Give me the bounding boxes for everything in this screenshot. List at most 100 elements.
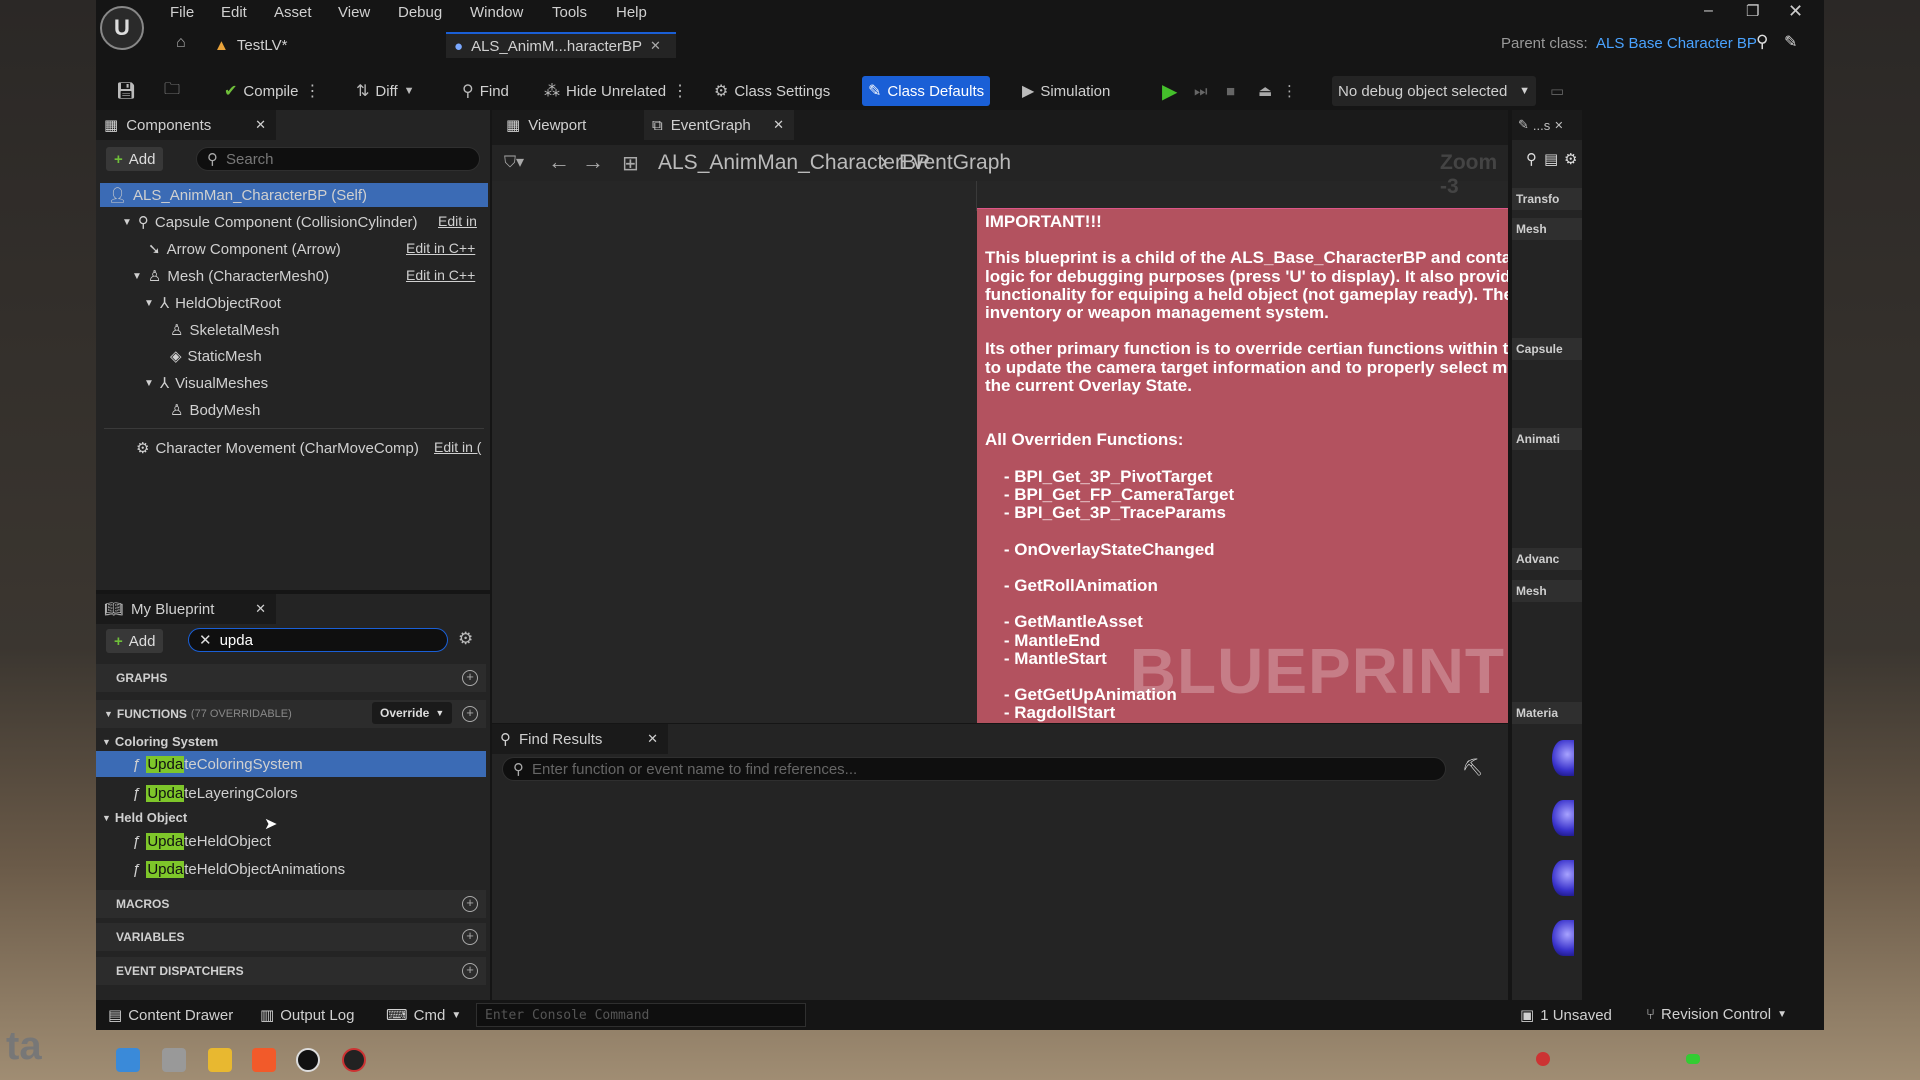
- play-icon[interactable]: ▶: [1156, 76, 1183, 106]
- output-log-button[interactable]: ▥ Output Log: [260, 1006, 354, 1025]
- console-command-input[interactable]: Enter Console Command: [476, 1003, 806, 1027]
- restore-icon[interactable]: ❐: [1746, 2, 1759, 20]
- simulation-button[interactable]: ▶ Simulation: [1016, 76, 1116, 106]
- add-graph-icon[interactable]: +: [462, 670, 478, 686]
- find-references-input[interactable]: ⚲ Enter function or event name to find r…: [502, 757, 1446, 781]
- cmd-dropdown[interactable]: ⌨ Cmd ▼: [386, 1006, 461, 1025]
- more-options-icon[interactable]: ⋮: [672, 81, 688, 101]
- edit-in-link[interactable]: Edit in: [438, 213, 477, 229]
- component-character-movement[interactable]: ⚙ Character Movement (CharMoveComp): [136, 436, 419, 460]
- components-tab[interactable]: ▦ Components ✕: [96, 110, 276, 140]
- menu-view[interactable]: View: [338, 4, 370, 21]
- add-variable-icon[interactable]: +: [462, 929, 478, 945]
- component-heldobjectroot[interactable]: ▼ ⅄ HeldObjectRoot: [144, 291, 281, 315]
- category-coloring-system[interactable]: ▼ Coloring System: [102, 734, 218, 749]
- play-options-icon[interactable]: ⋮: [1276, 76, 1303, 106]
- hide-unrelated-button[interactable]: ⁂ Hide Unrelated ⋮: [538, 76, 694, 106]
- component-mesh[interactable]: ▼ ♙ Mesh (CharacterMesh0): [132, 264, 329, 288]
- tab-level[interactable]: ▲ TestLV*: [214, 32, 287, 58]
- class-settings-button[interactable]: ⚙ Class Settings: [708, 76, 836, 106]
- variables-section[interactable]: VARIABLES: [96, 923, 486, 951]
- component-arrow[interactable]: ➘ Arrow Component (Arrow): [148, 237, 341, 261]
- close-tab-icon[interactable]: ✕: [773, 117, 784, 133]
- component-capsule[interactable]: ▼ ⚲ Capsule Component (CollisionCylinder…: [122, 210, 418, 234]
- search-icon[interactable]: ⚲: [1756, 32, 1768, 52]
- edit-in-link[interactable]: Edit in (: [434, 439, 481, 455]
- debug-object-select[interactable]: No debug object selected ▼: [1332, 76, 1536, 106]
- function-update-held-object-animations[interactable]: ƒ UpdateHeldObjectAnimations: [96, 856, 486, 882]
- start-menu-icon[interactable]: [116, 1048, 140, 1072]
- debug-filter-icon[interactable]: ▭: [1544, 76, 1570, 106]
- component-staticmesh[interactable]: ◈ StaticMesh: [170, 344, 262, 368]
- comment-note[interactable]: IMPORTANT!!! This blueprint is a child o…: [977, 208, 1508, 723]
- back-arrow-icon[interactable]: ←: [548, 149, 570, 175]
- eject-icon[interactable]: ⏏: [1252, 76, 1278, 106]
- files-icon[interactable]: [162, 1048, 186, 1072]
- find-in-all-blueprints-icon[interactable]: ⛏: [1462, 758, 1484, 778]
- settings-gear-icon[interactable]: ⚙: [1564, 150, 1577, 168]
- unsaved-indicator[interactable]: ▣ 1 Unsaved: [1520, 1006, 1612, 1025]
- close-panel-icon[interactable]: ✕: [255, 117, 266, 133]
- my-blueprint-tab[interactable]: 📖︎ My Blueprint ✕: [96, 594, 276, 624]
- tray-icon[interactable]: [1536, 1052, 1550, 1066]
- add-macro-icon[interactable]: +: [462, 896, 478, 912]
- minimize-icon[interactable]: –: [1704, 2, 1713, 20]
- components-search-input[interactable]: ⚲ Search: [196, 147, 480, 171]
- edit-pencil-icon[interactable]: ✎: [1784, 32, 1797, 52]
- menu-tools[interactable]: Tools: [552, 4, 587, 21]
- blueprint-search-input[interactable]: ✕ upda: [188, 628, 448, 652]
- menu-edit[interactable]: Edit: [221, 4, 247, 21]
- stop-icon[interactable]: ■: [1220, 76, 1241, 106]
- menu-asset[interactable]: Asset: [274, 4, 312, 21]
- tab-viewport[interactable]: ▦ Viewport: [498, 110, 648, 140]
- macros-section[interactable]: MACROS: [96, 890, 486, 918]
- tab-asset[interactable]: ● ALS_AnimM...haracterBP ✕: [446, 32, 676, 58]
- content-drawer-button[interactable]: ▤ Content Drawer: [108, 1006, 233, 1025]
- bookmark-icon[interactable]: ⛉▾: [504, 152, 524, 172]
- details-tab[interactable]: ✎ ...s ✕: [1512, 110, 1582, 140]
- function-update-layering-colors[interactable]: ƒ UpdateLayeringColors: [96, 780, 486, 806]
- close-tab-icon[interactable]: ✕: [647, 731, 658, 747]
- brave-browser-icon[interactable]: [252, 1048, 276, 1072]
- forward-arrow-icon[interactable]: →: [582, 149, 604, 175]
- override-dropdown[interactable]: Override ▼: [372, 702, 453, 724]
- material-thumbnail[interactable]: [1552, 920, 1574, 956]
- breadcrumb-root[interactable]: ALS_AnimMan_CharacterBP: [658, 151, 930, 175]
- tab-eventgraph[interactable]: ⧉ EventGraph ✕: [644, 110, 794, 140]
- edit-in-cpp-link[interactable]: Edit in C++: [406, 267, 475, 283]
- step-icon[interactable]: ⏭: [1188, 76, 1214, 106]
- add-function-icon[interactable]: +: [462, 706, 478, 722]
- material-thumbnail[interactable]: [1552, 740, 1574, 776]
- folder-icon[interactable]: [208, 1048, 232, 1072]
- obs-icon[interactable]: [342, 1048, 366, 1072]
- diff-button[interactable]: ⇅ Diff ▼: [350, 76, 421, 106]
- compile-options-icon[interactable]: ⋮: [304, 81, 320, 101]
- find-button[interactable]: ⚲ Find: [456, 76, 515, 106]
- component-bodymesh[interactable]: ♙ BodyMesh: [170, 398, 260, 422]
- component-self[interactable]: 👤︎ ALS_AnimMan_CharacterBP (Self): [100, 183, 488, 207]
- clear-search-icon[interactable]: ✕: [199, 631, 212, 649]
- menu-help[interactable]: Help: [616, 4, 647, 21]
- close-panel-icon[interactable]: ✕: [1554, 119, 1563, 132]
- save-icon[interactable]: 💾︎: [110, 76, 142, 106]
- menu-file[interactable]: File: [170, 4, 194, 21]
- event-graph-canvas[interactable]: ⛉▾ ← → ⊞ ALS_AnimMan_CharacterBP › Event…: [492, 145, 1508, 723]
- find-results-tab[interactable]: ⚲ Find Results ✕: [492, 724, 668, 754]
- close-window-icon[interactable]: ✕: [1788, 1, 1803, 22]
- add-component-button[interactable]: + Add: [106, 147, 164, 171]
- graphs-section[interactable]: GRAPHS: [96, 664, 486, 692]
- function-update-held-object[interactable]: ƒ UpdateHeldObject: [96, 828, 486, 854]
- event-dispatchers-section[interactable]: EVENT DISPATCHERS: [96, 957, 486, 985]
- material-thumbnail[interactable]: [1552, 860, 1574, 896]
- material-thumbnail[interactable]: [1552, 800, 1574, 836]
- unreal-logo-icon[interactable]: U: [100, 6, 144, 50]
- add-event-dispatcher-icon[interactable]: +: [462, 963, 478, 979]
- edit-in-cpp-link[interactable]: Edit in C++: [406, 240, 475, 256]
- close-tab-icon[interactable]: ✕: [650, 38, 661, 54]
- class-defaults-button[interactable]: ✎ Class Defaults: [862, 76, 991, 106]
- function-update-coloring-system[interactable]: ƒ UpdateColoringSystem: [96, 751, 486, 777]
- add-blueprint-member-button[interactable]: + Add: [106, 629, 164, 653]
- settings-gear-icon[interactable]: ⚙: [458, 629, 473, 649]
- close-panel-icon[interactable]: ✕: [255, 601, 266, 617]
- revision-control-button[interactable]: ⑂ Revision Control ▼: [1646, 1006, 1787, 1023]
